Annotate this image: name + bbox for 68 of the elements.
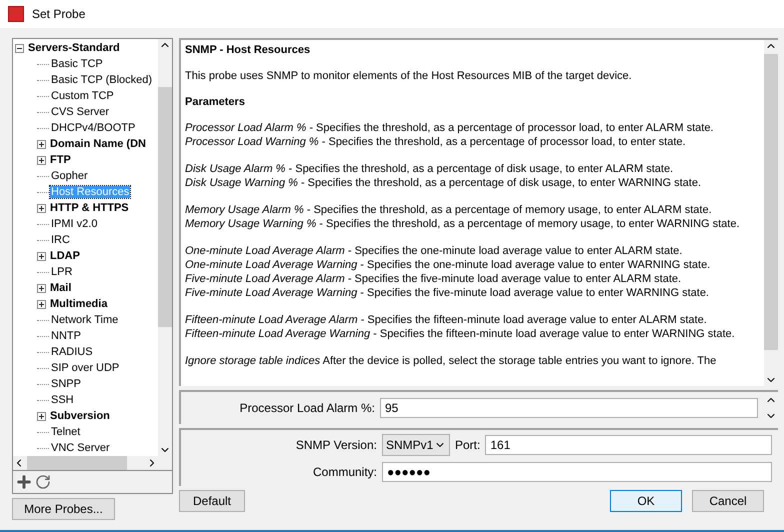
- expand-icon[interactable]: [37, 284, 46, 292]
- description-title: SNMP - Host Resources: [185, 44, 312, 56]
- expand-icon[interactable]: [37, 140, 46, 148]
- version-dropdown[interactable]: SNMPv1: [382, 434, 450, 456]
- tree-item[interactable]: Domain Name (DN: [49, 138, 147, 150]
- tree-item[interactable]: CVS Server: [50, 106, 110, 118]
- input-field[interactable]: 161: [485, 435, 772, 455]
- parameter-description: One-minute Load Average Alarm - Specifies the one-minute load average value to enter ALARM state.: [185, 244, 684, 258]
- add-icon[interactable]: [15, 473, 33, 491]
- scrollbar-thumb[interactable]: [158, 87, 172, 327]
- tree-item[interactable]: LPR: [50, 266, 74, 278]
- tree-item[interactable]: RADIUS: [50, 346, 94, 358]
- description-text: This probe uses SNMP to monitor elements of the Host Resources MIB of the target device.: [185, 69, 633, 83]
- tree-item[interactable]: Custom TCP: [50, 90, 115, 102]
- tree-item[interactable]: FTP: [49, 154, 72, 166]
- tree-item[interactable]: VNC Server: [50, 442, 111, 454]
- tree-item[interactable]: Network Time: [50, 314, 120, 326]
- refresh-icon[interactable]: [35, 474, 51, 490]
- parameter-description: Disk Usage Alarm % - Specifies the threshold, as a percentage of disk usage, to enter ALARM state.: [185, 162, 674, 176]
- field-label: Processor Load Alarm %:: [238, 401, 375, 415]
- window-title: Set Probe: [32, 7, 86, 21]
- scrollbar-thumb[interactable]: [764, 54, 778, 350]
- expand-icon[interactable]: [37, 412, 46, 420]
- app-icon: [8, 6, 24, 22]
- expand-icon[interactable]: [37, 204, 46, 212]
- tree-item[interactable]: Basic TCP (Blocked): [50, 74, 154, 86]
- field-label: SNMP Version:: [294, 438, 377, 452]
- tree-item[interactable]: IRC: [50, 234, 71, 246]
- parameter-description: Memory Usage Alarm % - Specifies the threshold, as a percentage of memory usage, to enter ALARM state.: [185, 203, 713, 217]
- more-probes-button[interactable]: More Probes...: [12, 498, 115, 520]
- parameter-description: Processor Load Alarm % - Specifies the threshold, as a percentage of processor load, to enter ALARM state.: [185, 121, 714, 135]
- tree-item[interactable]: SSH: [50, 394, 75, 406]
- parameter-description: Fifteen-minute Load Average Alarm - Specifies the fifteen-minute load average value to enter ALARM state.: [185, 313, 708, 327]
- default-button[interactable]: Default: [179, 490, 245, 512]
- parameter-description: Processor Load Warning % - Specifies the threshold, as a percentage of processor load, to enter state.: [185, 135, 687, 149]
- tree-item[interactable]: NNTP: [50, 330, 82, 342]
- tree-item[interactable]: Basic TCP: [50, 58, 104, 70]
- ok-button[interactable]: OK: [610, 490, 682, 512]
- parameter-description: Ignore storage table indices After the device is polled, select the storage table entries you want to ignore. The: [185, 354, 718, 368]
- parameter-description: Five-minute Load Average Warning - Specifies the five-minute load average value to enter WARNING state.: [185, 286, 710, 300]
- tree-item[interactable]: Multimedia: [49, 298, 108, 310]
- parameter-description: Memory Usage Warning % - Specifies the threshold, as a percentage of memory usage, to enter WARNING state.: [185, 217, 741, 231]
- tree-item[interactable]: Subversion: [49, 410, 111, 422]
- tree-item[interactable]: Telnet: [50, 426, 82, 438]
- field-label: Port:: [455, 438, 480, 452]
- collapse-icon[interactable]: [15, 44, 24, 52]
- tree-item[interactable]: DHCPv4/BOOTP: [50, 122, 136, 134]
- tree-item[interactable]: IPMI v2.0: [50, 218, 98, 230]
- password-field[interactable]: ●●●●●●: [382, 462, 772, 482]
- tree-item[interactable]: SNPP: [50, 378, 82, 390]
- tree-item[interactable]: Mail: [49, 282, 72, 294]
- tree-item[interactable]: HTTP & HTTPS: [49, 202, 130, 214]
- parameter-description: One-minute Load Average Warning - Specifies the one-minute load average value to enter WARNING state.: [185, 258, 712, 272]
- expand-icon[interactable]: [37, 252, 46, 260]
- parameter-description: Five-minute Load Average Alarm - Specifies the five-minute load average value to enter ALARM state.: [185, 272, 682, 286]
- tree-item[interactable]: Servers-Standard: [27, 42, 121, 54]
- input-field[interactable]: 95: [380, 398, 758, 418]
- scrollbar-thumb[interactable]: [27, 456, 127, 470]
- expand-icon[interactable]: [37, 300, 46, 308]
- tree-item[interactable]: Gopher: [50, 170, 89, 182]
- field-label: Community:: [312, 465, 377, 479]
- section-heading: Parameters: [185, 96, 246, 108]
- tree-item[interactable]: LDAP: [49, 250, 81, 262]
- expand-icon[interactable]: [37, 156, 46, 164]
- parameter-description: Disk Usage Warning % - Specifies the threshold, as a percentage of disk usage, to enter WARNING state.: [185, 176, 702, 190]
- tree-item[interactable]: SIP over UDP: [50, 362, 120, 374]
- cancel-button[interactable]: Cancel: [692, 490, 764, 512]
- parameter-description: Fifteen-minute Load Average Warning - Specifies the fifteen-minute load average value to enter WARNING state.: [185, 327, 736, 341]
